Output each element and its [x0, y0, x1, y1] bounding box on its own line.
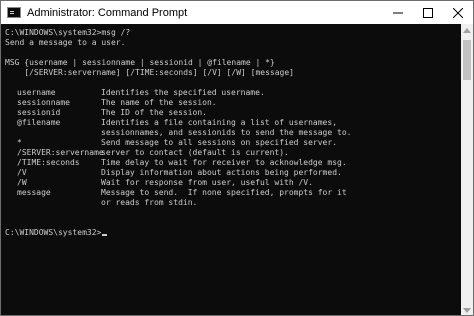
title-bar[interactable]: Administrator: Command Prompt [1, 1, 473, 24]
vertical-scrollbar[interactable] [461, 24, 473, 315]
close-icon [453, 7, 463, 18]
option-name: /V [17, 168, 27, 177]
option-name: /SERVER:servername [17, 148, 104, 157]
scroll-down-button[interactable] [461, 304, 473, 315]
console-line: Send a message to a user. [5, 38, 126, 47]
console-line: MSG {username | sessionname | sessionid … [5, 58, 275, 67]
option-name: /W [17, 178, 27, 187]
scroll-up-button[interactable] [461, 24, 473, 36]
maximize-button[interactable] [413, 1, 443, 24]
option-description: or reads from stdin. [101, 198, 198, 207]
option-row: /W Wait for response from user, useful wi… [5, 178, 461, 188]
prompt-line[interactable]: C:\WINDOWS\system32> [5, 228, 461, 238]
window-controls [383, 1, 473, 24]
option-description: Identifies the specified username. [101, 88, 265, 97]
close-button[interactable] [443, 1, 473, 24]
option-description: The name of the session. [101, 98, 217, 107]
option-row: * Send message to all sessions on specifi… [5, 138, 461, 148]
option-name: * [17, 138, 22, 147]
option-row: message Message to send. If none specifie… [5, 188, 461, 198]
command-prompt-window: Administrator: Command Prompt C:\WINDOWS… [0, 0, 474, 316]
option-description: Display information about actions being … [101, 168, 342, 177]
option-description: server to contact (default is current). [101, 148, 289, 157]
option-row: /TIME:seconds Time delay to wait for rece… [5, 158, 461, 168]
maximize-icon [423, 7, 433, 18]
console-output[interactable]: C:\WINDOWS\system32>msg /? Send a messag… [1, 24, 461, 315]
option-row: or reads from stdin. [5, 198, 461, 208]
option-name: /TIME:seconds [17, 158, 80, 167]
scroll-down-icon [463, 307, 471, 313]
option-name: username [17, 88, 56, 97]
option-row: /V Display information about actions bein… [5, 168, 461, 178]
console-line: [/SERVER:servername] [/TIME:seconds] [/V… [5, 68, 294, 77]
command-prompt: C:\WINDOWS\system32> [5, 228, 102, 237]
option-description: Wait for response from user, useful with… [101, 178, 313, 187]
option-name: sessionid [17, 108, 61, 117]
option-description: Identifies a file containing a list of u… [101, 118, 338, 127]
option-row: @filename Identifies a file containing a … [5, 118, 461, 128]
option-description: Message to send. If none specified, prom… [101, 188, 347, 197]
option-description: The ID of the session. [101, 108, 207, 117]
option-row: username Identifies the specified usernam… [5, 88, 461, 98]
scrollbar-thumb[interactable] [463, 40, 471, 80]
option-name: message [17, 188, 51, 197]
scroll-up-icon [463, 27, 471, 33]
option-row: sessionnames, and sessionids to send the… [5, 128, 461, 138]
option-row: sessionid The ID of the session. [5, 108, 461, 118]
minimize-button[interactable] [383, 1, 413, 24]
console-icon [7, 7, 21, 18]
option-description: Send message to all sessions on specifie… [101, 138, 338, 147]
option-name: @filename [17, 118, 61, 127]
option-description: Time delay to wait for receiver to ackno… [101, 158, 347, 167]
text-cursor [102, 234, 108, 236]
window-title: Administrator: Command Prompt [27, 6, 188, 19]
option-description: sessionnames, and sessionids to send the… [101, 128, 352, 137]
option-row: /SERVER:servernameserver to contact (def… [5, 148, 461, 158]
option-name: sessionname [17, 98, 70, 107]
minimize-icon [393, 12, 403, 13]
option-row: sessionname The name of the session. [5, 98, 461, 108]
console-line: C:\WINDOWS\system32>msg /? [5, 28, 131, 37]
